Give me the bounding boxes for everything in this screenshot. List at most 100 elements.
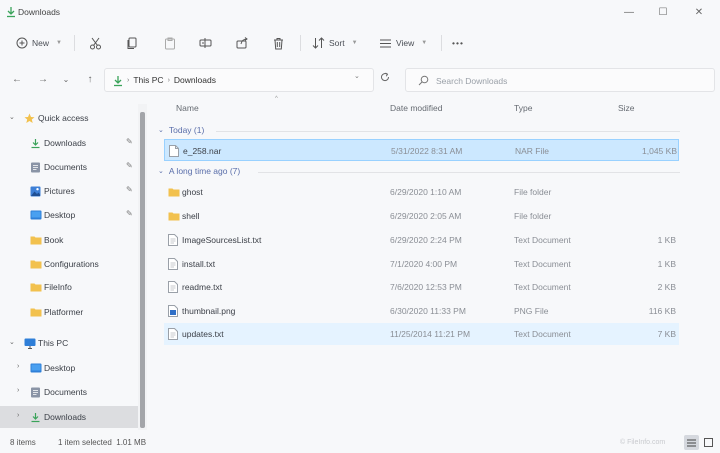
documents-icon bbox=[30, 387, 41, 398]
new-button[interactable]: New ▼ bbox=[16, 30, 62, 56]
tiles-view-button[interactable] bbox=[701, 435, 716, 450]
selection-info: 1 item selected 1.01 MB bbox=[58, 438, 147, 447]
search-input[interactable]: Search Downloads bbox=[405, 68, 715, 92]
pictures-icon bbox=[30, 186, 41, 197]
file-row-e-258-nar[interactable]: e_258.nar 5/31/2022 8:31 AM NAR File 1,0… bbox=[164, 139, 679, 161]
plus-circle-icon bbox=[16, 37, 28, 49]
column-header-name[interactable]: Name bbox=[176, 103, 199, 113]
column-header-size[interactable]: Size bbox=[618, 103, 635, 113]
sidebar-label: This PC bbox=[38, 338, 69, 348]
text-file-icon bbox=[168, 281, 178, 293]
file-size: 1,045 KB bbox=[642, 146, 677, 156]
pin-icon: ✎ bbox=[126, 137, 133, 146]
sidebar-item-configurations[interactable]: Configurations bbox=[0, 254, 138, 274]
sidebar-item-documents[interactable]: Documents ✎ bbox=[0, 157, 138, 177]
sidebar-item-pc-documents[interactable]: › Documents bbox=[0, 382, 138, 402]
file-size: 1 KB bbox=[657, 259, 676, 269]
column-header-date[interactable]: Date modified bbox=[390, 103, 442, 113]
sidebar-item-desktop[interactable]: Desktop ✎ bbox=[0, 205, 138, 225]
recent-locations-button[interactable]: ⌄ bbox=[59, 72, 73, 86]
share-button[interactable] bbox=[236, 30, 249, 56]
paste-button[interactable] bbox=[164, 30, 176, 56]
minimize-button[interactable]: — bbox=[614, 4, 644, 20]
file-row-thumbnail[interactable]: thumbnail.png 6/30/2020 11:33 PM PNG Fil… bbox=[164, 300, 679, 322]
file-row-shell[interactable]: shell 6/29/2020 2:05 AM File folder bbox=[164, 205, 679, 227]
sidebar-scrollbar-thumb[interactable] bbox=[140, 112, 145, 428]
refresh-button[interactable] bbox=[380, 72, 390, 85]
sidebar-this-pc[interactable]: ⌄ This PC bbox=[0, 333, 138, 353]
cut-button[interactable] bbox=[89, 30, 102, 56]
rename-button[interactable] bbox=[199, 30, 212, 56]
sidebar-item-pc-downloads[interactable]: › Downloads bbox=[0, 406, 138, 428]
address-bar[interactable]: › This PC › Downloads bbox=[104, 68, 374, 92]
up-button[interactable]: ↑ bbox=[83, 72, 97, 86]
file-name: updates.txt bbox=[182, 329, 224, 339]
chevron-right-icon: › bbox=[17, 412, 20, 419]
download-icon bbox=[30, 138, 41, 149]
sort-button[interactable]: Sort ▼ bbox=[312, 30, 358, 56]
sidebar-label: Documents bbox=[44, 387, 87, 397]
sidebar-item-pc-desktop[interactable]: › Desktop bbox=[0, 358, 138, 378]
forward-button[interactable]: → bbox=[36, 72, 50, 86]
text-file-icon bbox=[168, 258, 178, 270]
paste-icon bbox=[164, 37, 176, 50]
file-name: ghost bbox=[182, 187, 203, 197]
chevron-right-icon: › bbox=[127, 76, 130, 84]
file-row-readme[interactable]: readme.txt 7/6/2020 12:53 PM Text Docume… bbox=[164, 276, 679, 298]
file-row-ghost[interactable]: ghost 6/29/2020 1:10 AM File folder bbox=[164, 181, 679, 203]
file-row-imagesourceslist[interactable]: ImageSourcesList.txt 6/29/2020 2:24 PM T… bbox=[164, 229, 679, 251]
download-icon bbox=[6, 6, 16, 18]
chevron-right-icon: › bbox=[17, 387, 20, 394]
sidebar-item-book[interactable]: Book bbox=[0, 230, 138, 250]
file-size: 7 KB bbox=[657, 329, 676, 339]
window-title: Downloads bbox=[18, 7, 61, 17]
column-header-type[interactable]: Type bbox=[514, 103, 532, 113]
file-type: PNG File bbox=[514, 306, 549, 316]
divider bbox=[441, 35, 442, 51]
copy-icon bbox=[126, 37, 138, 50]
group-header-long-ago[interactable]: ⌄ A long time ago (7) bbox=[158, 166, 240, 176]
file-icon bbox=[169, 145, 179, 157]
rename-icon bbox=[199, 37, 212, 49]
address-dropdown-icon[interactable]: ⌄ bbox=[354, 72, 360, 80]
breadcrumb-this-pc[interactable]: This PC bbox=[133, 75, 163, 85]
file-row-install[interactable]: install.txt 7/1/2020 4:00 PM Text Docume… bbox=[164, 253, 679, 275]
file-date: 6/29/2020 2:24 PM bbox=[390, 235, 462, 245]
file-type: File folder bbox=[514, 211, 552, 221]
desktop-icon bbox=[30, 210, 42, 220]
copy-button[interactable] bbox=[126, 30, 138, 56]
download-icon bbox=[113, 75, 123, 89]
sidebar-item-fileinfo[interactable]: FileInfo bbox=[0, 277, 138, 297]
sidebar-item-pictures[interactable]: Pictures ✎ bbox=[0, 181, 138, 201]
folder-icon bbox=[168, 187, 180, 199]
details-view-button[interactable] bbox=[684, 435, 699, 450]
documents-icon bbox=[30, 162, 41, 173]
file-type: Text Document bbox=[514, 329, 571, 339]
file-date: 6/29/2020 1:10 AM bbox=[390, 187, 462, 197]
pin-icon: ✎ bbox=[126, 185, 133, 194]
back-button[interactable]: ← bbox=[10, 72, 24, 86]
breadcrumb-downloads[interactable]: Downloads bbox=[174, 75, 216, 85]
sidebar-label: Platformer bbox=[44, 307, 84, 317]
sidebar-item-downloads[interactable]: Downloads ✎ bbox=[0, 133, 138, 153]
sidebar-label: Quick access bbox=[38, 113, 89, 123]
group-divider bbox=[216, 131, 680, 132]
text-file-icon bbox=[168, 328, 178, 340]
group-header-today[interactable]: ⌄ Today (1) bbox=[158, 125, 204, 135]
sidebar-item-platformer[interactable]: Platformer bbox=[0, 302, 138, 322]
close-button[interactable]: ✕ bbox=[684, 4, 714, 20]
title-bar: Downloads — ☐ ✕ bbox=[0, 0, 720, 24]
file-type: NAR File bbox=[515, 146, 550, 156]
cut-icon bbox=[89, 37, 102, 50]
delete-button[interactable] bbox=[273, 30, 284, 56]
file-size: 1 KB bbox=[657, 235, 676, 245]
sidebar-label: Configurations bbox=[44, 259, 99, 269]
desktop-icon bbox=[30, 363, 42, 373]
maximize-button[interactable]: ☐ bbox=[648, 4, 678, 20]
file-date: 7/1/2020 4:00 PM bbox=[390, 259, 458, 269]
file-size: 116 KB bbox=[648, 306, 676, 316]
view-button[interactable]: View ▼ bbox=[379, 30, 427, 56]
file-row-updates[interactable]: updates.txt 11/25/2014 11:21 PM Text Doc… bbox=[164, 323, 679, 345]
more-options-button[interactable]: ••• bbox=[452, 30, 464, 56]
sidebar-quick-access[interactable]: ⌄ Quick access bbox=[0, 108, 138, 128]
